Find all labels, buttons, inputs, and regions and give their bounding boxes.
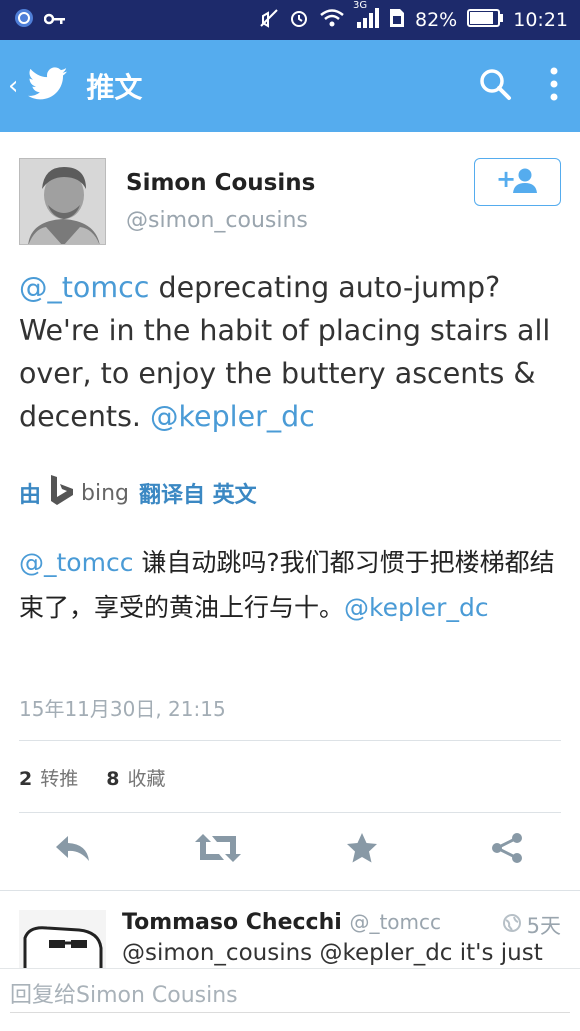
clock-time: 10:21 xyxy=(513,9,568,31)
reply-input[interactable] xyxy=(10,979,570,1013)
app-notification-icon xyxy=(14,8,34,33)
follow-button[interactable]: + xyxy=(474,158,561,206)
more-vert-icon[interactable] xyxy=(550,67,558,105)
star-icon[interactable] xyxy=(345,832,379,868)
twitter-bird-icon[interactable] xyxy=(28,67,68,105)
author-name[interactable]: Simon Cousins xyxy=(126,170,315,196)
reply-composer xyxy=(0,968,580,1031)
favorites-label[interactable]: 收藏 xyxy=(128,768,166,790)
globe-icon xyxy=(502,913,521,937)
retweet-icon[interactable] xyxy=(195,832,241,868)
svg-text:+: + xyxy=(496,166,516,193)
battery-icon xyxy=(467,8,504,32)
mention-link[interactable]: @_tomcc xyxy=(19,271,149,304)
tweet-timestamp: 15年11月30日, 21:15 xyxy=(19,697,226,721)
divider xyxy=(0,890,580,891)
divider xyxy=(19,740,561,741)
add-user-icon: + xyxy=(496,165,540,198)
reply-author-name: Tommaso Checchi xyxy=(122,910,342,935)
favorites-count[interactable]: 8 xyxy=(106,768,119,790)
translate-by: 由 xyxy=(19,483,42,508)
divider xyxy=(19,812,561,813)
retweets-count[interactable]: 2 xyxy=(19,768,32,790)
mention-link[interactable]: @_tomcc xyxy=(19,548,133,577)
mention-link[interactable]: @kepler_dc xyxy=(150,400,315,433)
reply-icon[interactable] xyxy=(54,832,92,868)
reply-author-handle: @_tomcc xyxy=(349,910,442,934)
mute-icon xyxy=(259,8,279,33)
reply-meta: 5天 xyxy=(502,910,561,940)
search-icon[interactable] xyxy=(478,67,512,105)
battery-percent: 82% xyxy=(415,9,458,31)
chevron-left-icon[interactable]: ‹ xyxy=(8,71,18,101)
page-title: 推文 xyxy=(86,71,143,104)
retweets-label[interactable]: 转推 xyxy=(40,768,78,790)
action-bar xyxy=(0,832,580,872)
mention-link[interactable]: @kepler_dc xyxy=(344,593,489,622)
alarm-icon xyxy=(289,8,309,33)
status-bar: 3G 82% 10:21 xyxy=(0,0,580,40)
sim-icon xyxy=(389,8,405,33)
app-bar: ‹ 推文 xyxy=(0,40,580,132)
key-icon xyxy=(43,9,66,31)
author-handle[interactable]: @simon_cousins xyxy=(126,208,308,233)
tweet-text: @_tomcc deprecating auto-jump? We're in … xyxy=(19,266,564,438)
reply-text[interactable]: @simon_cousins @kepler_dc it's just xyxy=(122,940,543,966)
translate-bar[interactable]: 由 bing 翻译自 英文 xyxy=(19,474,257,512)
wifi-icon xyxy=(319,8,345,33)
reply-avatar[interactable] xyxy=(19,910,106,970)
bing-label: bing xyxy=(81,480,130,506)
bing-logo-icon xyxy=(49,474,75,512)
share-icon[interactable] xyxy=(490,832,524,868)
tweet-stats: 2 转推 8 收藏 xyxy=(19,764,166,791)
network-label: 3G xyxy=(353,0,368,11)
translated-from-link[interactable]: 翻译自 英文 xyxy=(139,477,257,509)
translated-text: @_tomcc 谦自动跳吗?我们都习惯于把楼梯都结束了，享受的黄油上行与十。@k… xyxy=(19,540,564,630)
signal-icon: 3G xyxy=(353,0,379,33)
reply-author[interactable]: Tommaso Checchi @_tomcc xyxy=(122,910,441,935)
reply-time: 5天 xyxy=(526,914,561,938)
author-avatar[interactable] xyxy=(19,158,106,245)
